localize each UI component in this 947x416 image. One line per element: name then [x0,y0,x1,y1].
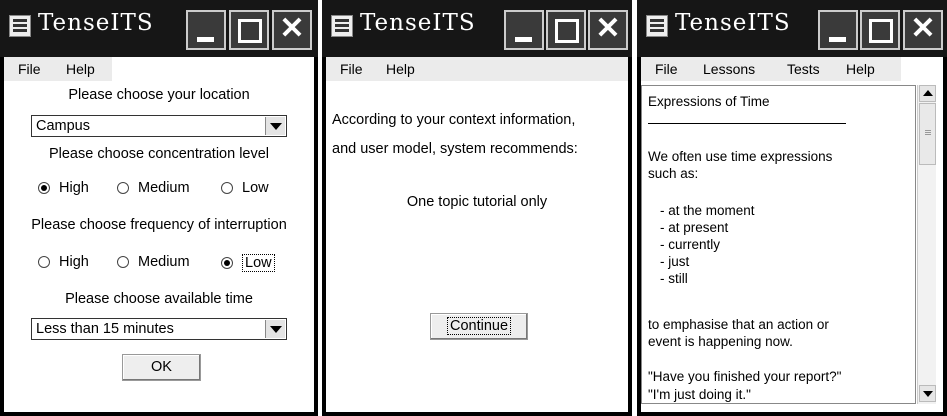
lesson-text-line: such as: [648,166,699,181]
recommendation-text: One topic tutorial only [406,194,548,210]
title-bar[interactable]: TenseITS ✕ [637,0,947,57]
concentration-low-radio[interactable]: Low [221,180,269,196]
grip-icon [925,130,931,131]
lesson-text-line: to emphasise that an action or [648,317,829,332]
continue-button[interactable]: Continue [430,313,528,340]
window-title: TenseITS [360,10,476,36]
heading-divider [648,123,846,124]
minimize-button[interactable] [818,10,858,50]
lesson-text-line: event is happening now. [648,334,793,349]
continue-label: Continue [446,317,512,335]
menu-file[interactable]: File [655,61,678,77]
radio-unselected-icon [38,256,50,268]
radio-label: High [59,254,89,270]
radio-label: High [59,180,89,196]
list-item: - at present [660,220,729,235]
menu-file[interactable]: File [340,61,363,77]
close-button[interactable]: ✕ [272,10,312,50]
scroll-thumb[interactable] [919,103,936,165]
lesson-text-line: "I'm just doing it." [648,387,751,402]
vertical-scrollbar[interactable] [917,85,936,404]
radio-unselected-icon [117,256,129,268]
scroll-up-icon[interactable] [919,85,936,102]
close-button[interactable]: ✕ [588,10,628,50]
ok-button[interactable]: OK [122,354,201,381]
title-bar[interactable]: TenseITS ✕ [322,0,632,57]
location-select[interactable]: Campus [31,115,287,137]
chevron-down-icon[interactable] [265,117,285,135]
window-body: File Help Please choose your location Ca… [4,57,314,412]
window-recommendation: TenseITS ✕ File Help According to your c… [322,0,632,416]
time-value: Less than 15 minutes [36,321,174,337]
recommendation-line-2: and user model, system recommends: [332,141,578,157]
menu-tests[interactable]: Tests [787,61,820,77]
menu-file[interactable]: File [18,61,41,77]
window-preferences: TenseITS ✕ File Help Please choose your … [0,0,318,416]
maximize-button[interactable] [860,10,900,50]
app-icon [646,15,668,37]
lesson-heading: Expressions of Time [648,94,770,109]
app-icon [9,15,31,37]
list-item: - currently [660,237,721,252]
app-icon [331,15,353,37]
lesson-text-line: "Have you finished your report?" [648,369,842,384]
radio-label: Low [242,254,275,272]
recommendation-line-1: According to your context information, [332,112,576,128]
location-value: Campus [36,118,90,134]
scroll-down-icon[interactable] [919,385,936,402]
close-button[interactable]: ✕ [903,10,943,50]
menu-lessons[interactable]: Lessons [703,61,755,77]
concentration-medium-radio[interactable]: Medium [117,180,190,196]
interruption-high-radio[interactable]: High [38,254,89,270]
list-item: - just [660,254,690,269]
time-select[interactable]: Less than 15 minutes [31,318,287,340]
radio-unselected-icon [221,182,233,194]
interruption-low-radio[interactable]: Low [221,254,275,272]
menu-help[interactable]: Help [386,61,415,77]
menu-bar: File Lessons Tests Help [641,57,901,81]
menu-help[interactable]: Help [846,61,875,77]
window-title: TenseITS [38,10,154,36]
list-item: - still [660,271,688,286]
radio-selected-icon [221,257,233,269]
minimize-button[interactable] [186,10,226,50]
minimize-button[interactable] [504,10,544,50]
window-lesson: TenseITS ✕ File Lessons Tests Help Expre… [637,0,947,416]
menu-help[interactable]: Help [66,61,95,77]
maximize-button[interactable] [546,10,586,50]
radio-label: Medium [138,180,190,196]
radio-label: Low [242,180,269,196]
time-label: Please choose available time [65,291,253,307]
lesson-text-area[interactable]: Expressions of Time We often use time ex… [641,85,916,404]
radio-unselected-icon [117,182,129,194]
menu-bar: File Help [4,57,112,81]
title-bar[interactable]: TenseITS ✕ [0,0,318,57]
location-label: Please choose your location [68,87,250,103]
window-title: TenseITS [675,10,791,36]
interruption-medium-radio[interactable]: Medium [117,254,190,270]
radio-selected-icon [38,182,50,194]
interruption-label: Please choose frequency of interruption [31,217,287,233]
radio-label: Medium [138,254,190,270]
window-body: File Lessons Tests Help Expressions of T… [641,57,943,412]
window-body: File Help According to your context info… [326,57,628,412]
maximize-button[interactable] [229,10,269,50]
concentration-label: Please choose concentration level [48,146,270,162]
lesson-text-line: We often use time expressions [648,149,833,164]
concentration-high-radio[interactable]: High [38,180,89,196]
list-item: - at the moment [660,203,755,218]
chevron-down-icon[interactable] [265,320,285,338]
menu-bar: File Help [326,57,628,81]
